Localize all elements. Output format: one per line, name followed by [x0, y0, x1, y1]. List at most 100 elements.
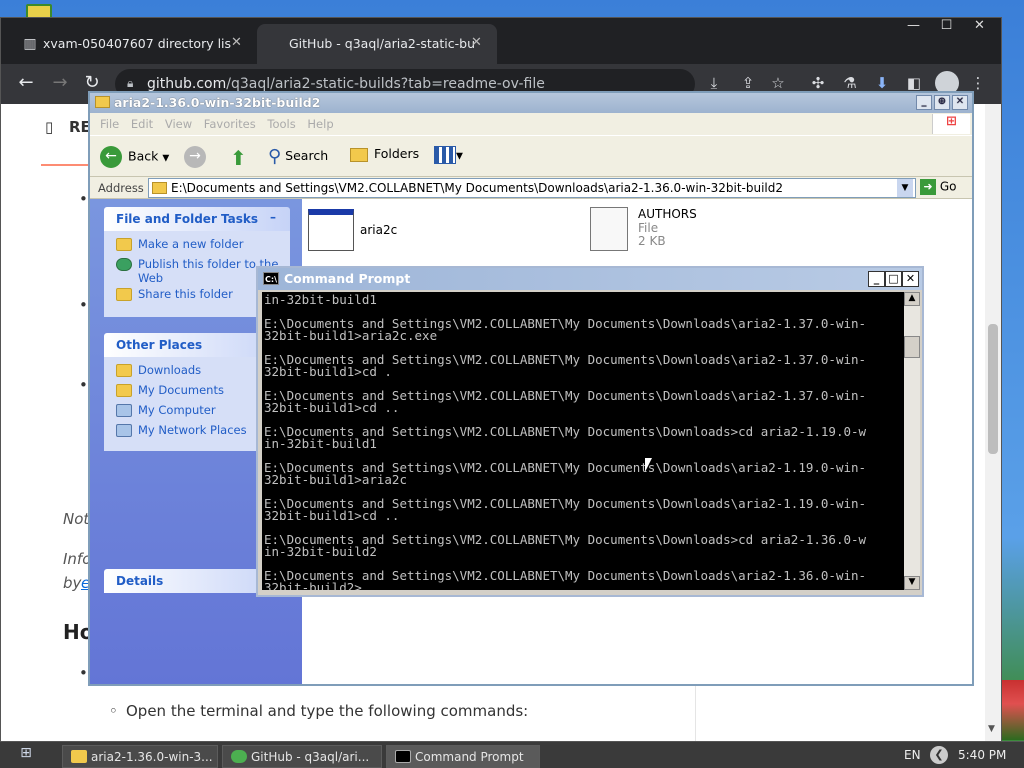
search-button[interactable]: ⚲ Search: [268, 146, 328, 170]
address-dropdown-icon[interactable]: ▼: [897, 179, 913, 197]
task-label: Make a new folder: [138, 237, 244, 251]
chrome-icon: [231, 750, 247, 763]
scroll-down-arrow-icon[interactable]: ▼: [988, 724, 995, 734]
list-bullet: •: [79, 190, 88, 208]
open-terminal-text: Open the terminal and type the following…: [126, 702, 529, 720]
address-bar-row: Address E:\Documents and Settings\VM2.CO…: [90, 177, 972, 199]
list-bullet: •: [79, 664, 88, 682]
collapse-icon[interactable]: –: [270, 210, 276, 224]
cmd-icon: C:\: [263, 272, 279, 285]
window-controls: — ☐ ✕: [897, 18, 1001, 40]
place-label: Downloads: [138, 363, 202, 377]
start-button[interactable]: ⊞: [8, 745, 44, 766]
file-type: File: [638, 221, 659, 235]
file-item-aria2c[interactable]: aria2c: [308, 209, 397, 251]
minimize-icon[interactable]: —: [897, 18, 930, 33]
place-label: My Documents: [138, 383, 224, 397]
scroll-down-arrow-icon[interactable]: ▼: [904, 576, 920, 590]
panel-title: Details: [116, 574, 164, 588]
maximize-icon[interactable]: □: [885, 271, 902, 287]
forward-button[interactable]: →: [184, 146, 212, 170]
cmd-scrollbar[interactable]: ▲ ▼: [904, 292, 920, 590]
maximize-icon[interactable]: ⊕: [934, 95, 950, 110]
back-button[interactable]: ← Back ▼: [100, 146, 169, 170]
close-icon[interactable]: ✕: [963, 18, 996, 33]
language-indicator[interactable]: EN: [904, 748, 921, 762]
scroll-up-arrow-icon[interactable]: ▲: [904, 292, 920, 306]
taskbar-item-cmd[interactable]: Command Prompt: [386, 745, 540, 768]
menu-favorites[interactable]: Favorites: [204, 117, 256, 131]
address-input[interactable]: E:\Documents and Settings\VM2.COLLABNET\…: [148, 178, 916, 198]
close-icon[interactable]: ✕: [902, 271, 919, 287]
go-arrow-icon: ➜: [920, 179, 936, 195]
windows-logo-icon: ⊞: [932, 114, 970, 134]
library-icon: ▥: [23, 36, 37, 52]
address-value: E:\Documents and Settings\VM2.COLLABNET\…: [171, 181, 784, 195]
lock-icon: 🔒︎: [127, 76, 134, 90]
file-name: AUTHORS: [638, 207, 697, 221]
taskbar-item-chrome[interactable]: GitHub - q3aql/ari...: [222, 745, 382, 768]
folder-icon: [152, 182, 167, 194]
explorer-title-bar[interactable]: aria2-1.36.0-win-32bit-build2 _ ⊕ ✕: [90, 93, 972, 113]
clock[interactable]: 5:40 PM: [958, 748, 1006, 762]
back-arrow-icon[interactable]: ←: [13, 72, 39, 96]
cmd-title-bar[interactable]: C:\ Command Prompt _ □ ✕: [258, 268, 922, 290]
menu-file[interactable]: File: [100, 117, 119, 131]
globe-icon: [116, 258, 132, 271]
folders-label: Folders: [374, 146, 420, 161]
my-documents-icon: [116, 384, 132, 397]
tray-arrow-icon[interactable]: ❮: [930, 746, 948, 764]
forward-arrow-icon: →: [184, 146, 206, 168]
file-name: aria2c: [360, 223, 398, 237]
taskbar-item-explorer[interactable]: aria2-1.36.0-win-3...: [62, 745, 218, 768]
tab-close-icon[interactable]: ✕: [231, 35, 242, 50]
folders-icon: [350, 147, 368, 162]
menu-tools[interactable]: Tools: [267, 117, 295, 131]
computer-icon: [116, 404, 132, 417]
back-label: Back: [128, 148, 159, 164]
scrollbar-thumb[interactable]: [904, 336, 920, 358]
task-label: Share this folder: [138, 287, 233, 301]
mouse-pointer-icon: [645, 458, 652, 472]
address-label: Address: [98, 181, 144, 195]
explorer-toolbar: ← Back ▼ → ⬆ ⚲ Search Folders ▼: [90, 135, 972, 177]
dropdown-arrow-icon[interactable]: ▼: [162, 154, 169, 164]
task-make-new-folder[interactable]: Make a new folder: [116, 237, 290, 257]
cmd-title: Command Prompt: [284, 271, 411, 286]
file-folder-tasks-header[interactable]: File and Folder Tasks –: [104, 207, 290, 231]
share-folder-icon: [116, 288, 132, 301]
url-domain: github.com: [147, 76, 227, 92]
views-button[interactable]: ▼: [434, 146, 463, 170]
close-icon[interactable]: ✕: [952, 95, 968, 110]
tab-strip: ▥ xvam-050407607 directory lis ✕ GitHub …: [1, 18, 1001, 64]
up-folder-icon[interactable]: ⬆: [230, 146, 247, 170]
file-size: 2 KB: [638, 234, 666, 248]
folders-button[interactable]: Folders: [350, 146, 419, 170]
scrollbar-thumb[interactable]: [988, 324, 998, 454]
folder-icon: [95, 96, 110, 108]
menu-view[interactable]: View: [165, 117, 192, 131]
views-icon: [434, 146, 456, 164]
go-button[interactable]: ➜ Go: [920, 179, 966, 197]
panel-title: File and Folder Tasks: [116, 212, 259, 226]
page-scrollbar[interactable]: ▼: [985, 104, 1001, 742]
dropdown-arrow-icon: ▼: [456, 151, 463, 162]
tab-close-icon[interactable]: ✕: [471, 35, 482, 50]
go-label: Go: [939, 179, 957, 194]
url-path: /q3aql/aria2-static-builds?tab=readme-ov…: [226, 76, 545, 92]
tab-directory-listing[interactable]: ▥ xvam-050407607 directory lis ✕: [1, 24, 255, 64]
taskbar-label: GitHub - q3aql/ari...: [251, 750, 370, 764]
tab-github[interactable]: GitHub - q3aql/aria2-static-bu ✕: [257, 24, 497, 64]
menu-edit[interactable]: Edit: [131, 117, 153, 131]
cmd-console-output[interactable]: in-32bit-build1 E:\Documents and Setting…: [262, 292, 904, 590]
forward-arrow-icon[interactable]: →: [47, 72, 73, 96]
search-icon: ⚲: [268, 146, 282, 167]
exe-icon: [308, 209, 354, 251]
maximize-icon[interactable]: ☐: [930, 18, 963, 33]
taskbar: ⊞ aria2-1.36.0-win-3... GitHub - q3aql/a…: [0, 741, 1024, 768]
minimize-icon[interactable]: _: [916, 95, 932, 110]
note-text: Not: [63, 510, 90, 528]
search-label: Search: [285, 148, 329, 163]
menu-help[interactable]: Help: [307, 117, 333, 131]
minimize-icon[interactable]: _: [868, 271, 885, 287]
